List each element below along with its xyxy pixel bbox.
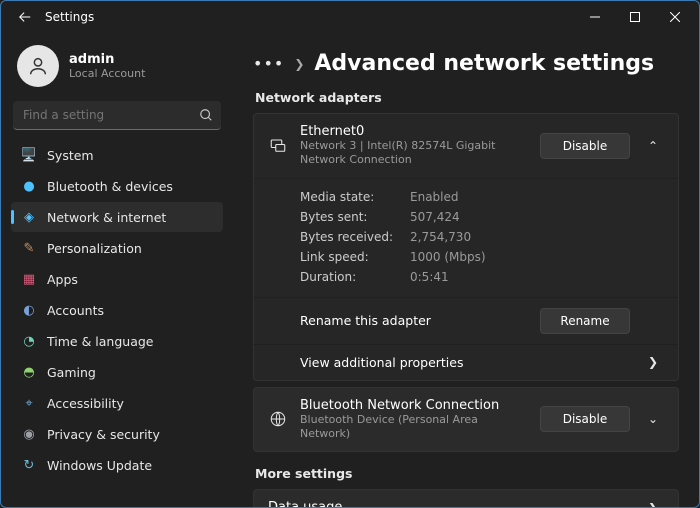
rename-row: Rename this adapter Rename xyxy=(254,297,678,344)
sidebar-item-time[interactable]: ◔ Time & language xyxy=(11,326,223,356)
sidebar-item-label: Personalization xyxy=(47,241,142,256)
privacy-icon: ◉ xyxy=(21,426,37,442)
content-pane: ••• ❯ Advanced network settings Network … xyxy=(231,33,699,507)
detail-key: Bytes received: xyxy=(300,230,410,244)
sidebar-item-label: Windows Update xyxy=(47,458,152,473)
chevron-right-icon: ❯ xyxy=(642,501,664,507)
sidebar-item-personalization[interactable]: ✎ Personalization xyxy=(11,233,223,263)
sidebar-item-label: System xyxy=(47,148,94,163)
rename-button[interactable]: Rename xyxy=(540,308,630,334)
sidebar-item-label: Accessibility xyxy=(47,396,124,411)
sidebar: admin Local Account 🖥️ System ● Bluetooth &… xyxy=(1,33,231,507)
sidebar-item-gaming[interactable]: ◓ Gaming xyxy=(11,357,223,387)
search-box[interactable] xyxy=(13,101,221,130)
avatar xyxy=(17,45,59,87)
adapter-name: Ethernet0 xyxy=(300,124,528,139)
detail-value: 1000 (Mbps) xyxy=(410,250,486,264)
bluetooth-icon: ● xyxy=(21,178,37,194)
detail-value: 2,754,730 xyxy=(410,230,471,244)
network-icon: ◈ xyxy=(21,209,37,225)
gaming-icon: ◓ xyxy=(21,364,37,380)
accessibility-icon: ⌖ xyxy=(21,395,37,411)
page-title: Advanced network settings xyxy=(314,51,654,76)
minimize-button[interactable] xyxy=(575,3,615,31)
time-icon: ◔ xyxy=(21,333,37,349)
section-more-settings: More settings xyxy=(255,466,679,481)
detail-key: Bytes sent: xyxy=(300,210,410,224)
sidebar-item-network[interactable]: ◈ Network & internet xyxy=(11,202,223,232)
chevron-up-icon[interactable]: ⌃ xyxy=(642,139,664,153)
accounts-icon: ◐ xyxy=(21,302,37,318)
adapter-details: Media state:EnabledBytes sent:507,424Byt… xyxy=(254,178,678,297)
search-input[interactable] xyxy=(13,101,221,130)
sidebar-item-accounts[interactable]: ◐ Accounts xyxy=(11,295,223,325)
sidebar-item-system[interactable]: 🖥️ System xyxy=(11,140,223,170)
close-button[interactable] xyxy=(655,3,695,31)
adapter-card-eth0: Ethernet0Network 3 | Intel(R) 82574L Gig… xyxy=(253,113,679,381)
disable-button[interactable]: Disable xyxy=(540,133,630,159)
sidebar-item-label: Bluetooth & devices xyxy=(47,179,173,194)
sidebar-item-bluetooth[interactable]: ● Bluetooth & devices xyxy=(11,171,223,201)
sidebar-item-label: Apps xyxy=(47,272,78,287)
detail-key: Link speed: xyxy=(300,250,410,264)
update-icon: ↻ xyxy=(21,457,37,473)
more-data-usage-row[interactable]: Data usage ❯ xyxy=(253,489,679,507)
user-name: admin xyxy=(69,52,145,67)
search-icon xyxy=(199,107,213,126)
adapter-card-bt: Bluetooth Network ConnectionBluetooth De… xyxy=(253,387,679,453)
chevron-right-icon: ❯ xyxy=(642,355,664,369)
adapter-desc: Network 3 | Intel(R) 82574L Gigabit Netw… xyxy=(300,139,528,168)
personalization-icon: ✎ xyxy=(21,240,37,256)
system-icon: 🖥️ xyxy=(21,147,37,163)
rename-label: Rename this adapter xyxy=(300,313,528,328)
sidebar-item-label: Accounts xyxy=(47,303,104,318)
window-title: Settings xyxy=(45,10,94,24)
breadcrumb: ••• ❯ Advanced network settings xyxy=(253,51,679,76)
adapter-header[interactable]: Bluetooth Network ConnectionBluetooth De… xyxy=(254,388,678,452)
monitor-icon xyxy=(268,137,288,155)
sidebar-item-label: Gaming xyxy=(47,365,96,380)
view-props-row[interactable]: View additional properties ❯ xyxy=(254,344,678,380)
user-role: Local Account xyxy=(69,67,145,80)
breadcrumb-ellipsis[interactable]: ••• xyxy=(253,54,284,73)
section-network-adapters: Network adapters xyxy=(255,90,679,105)
detail-key: Media state: xyxy=(300,190,410,204)
sidebar-item-label: Privacy & security xyxy=(47,427,160,442)
detail-key: Duration: xyxy=(300,270,410,284)
nav-list: 🖥️ System ● Bluetooth & devices ◈ Network & i… xyxy=(11,140,223,480)
title-bar: Settings xyxy=(1,1,699,33)
view-props-label: View additional properties xyxy=(300,355,630,370)
apps-icon: ▦ xyxy=(21,271,37,287)
sidebar-item-label: Network & internet xyxy=(47,210,166,225)
disable-button[interactable]: Disable xyxy=(540,406,630,432)
sidebar-item-update[interactable]: ↻ Windows Update xyxy=(11,450,223,480)
detail-value: 0:5:41 xyxy=(410,270,449,284)
globe-icon xyxy=(268,410,288,428)
sidebar-item-accessibility[interactable]: ⌖ Accessibility xyxy=(11,388,223,418)
back-button[interactable] xyxy=(11,3,39,31)
detail-value: Enabled xyxy=(410,190,459,204)
data-usage-label: Data usage xyxy=(268,500,630,507)
sidebar-item-label: Time & language xyxy=(47,334,153,349)
sidebar-item-privacy[interactable]: ◉ Privacy & security xyxy=(11,419,223,449)
user-block[interactable]: admin Local Account xyxy=(11,39,223,101)
chevron-right-icon: ❯ xyxy=(294,57,304,71)
adapter-name: Bluetooth Network Connection xyxy=(300,398,528,413)
adapter-header[interactable]: Ethernet0Network 3 | Intel(R) 82574L Gig… xyxy=(254,114,678,178)
sidebar-item-apps[interactable]: ▦ Apps xyxy=(11,264,223,294)
chevron-down-icon[interactable]: ⌄ xyxy=(642,412,664,426)
maximize-button[interactable] xyxy=(615,3,655,31)
detail-value: 507,424 xyxy=(410,210,460,224)
adapter-desc: Bluetooth Device (Personal Area Network) xyxy=(300,413,528,442)
